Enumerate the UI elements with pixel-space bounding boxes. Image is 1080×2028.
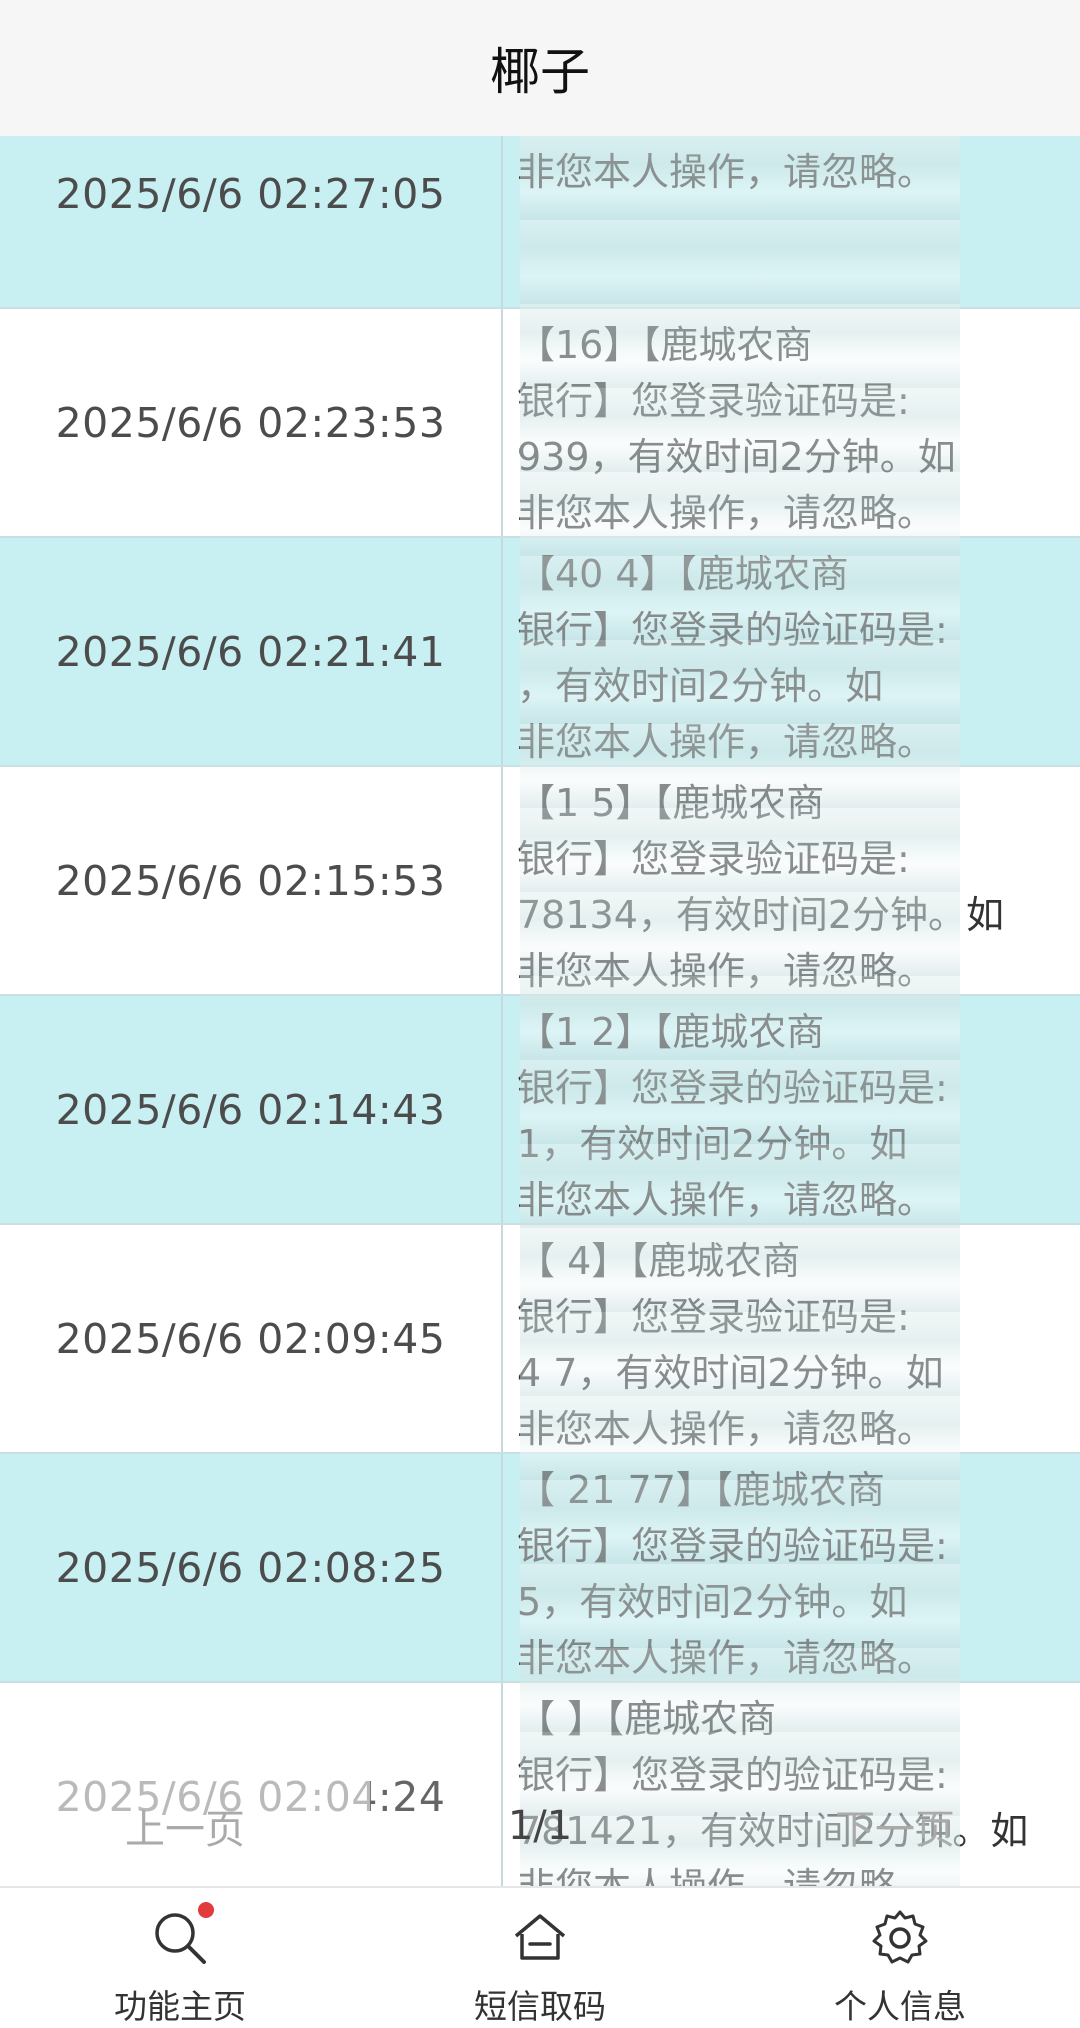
row-message: 银行】您登录验证码是: 089734，有效时间2分钟。如 非您本人操作，请忽略。 <box>517 136 1028 194</box>
prev-page-button[interactable]: 上一页 <box>0 1766 370 1886</box>
app-root: 椰子 2025/6/6 02:27:05 银行】您登录验证码是: 089734，… <box>0 0 1080 2028</box>
notification-badge <box>198 1902 214 1918</box>
row-time: 2025/6/6 02:09:45 <box>0 1225 503 1452</box>
row-message: 【16】【鹿城农商 银行】您登录验证码是: 939，有效时间2分钟。如 非您本人… <box>517 323 956 535</box>
row-time: 2025/6/6 02:21:41 <box>0 538 503 765</box>
row-message: 【 4】【鹿城农商 银行】您登录验证码是: 4 7，有效时间2分钟。如 非您本人… <box>517 1239 944 1451</box>
tab-function-home[interactable]: 功能主页 <box>0 1888 360 2028</box>
top-bar: 椰子 <box>0 0 1080 136</box>
page-indicator: 1/1 <box>507 1803 573 1849</box>
row-message: 【40 4】【鹿城农商 银行】您登录的验证码是: ，有效时间2分钟。如 非您本人… <box>517 552 948 764</box>
next-page-button[interactable]: 下一页 <box>710 1766 1080 1886</box>
search-icon <box>148 1902 214 1970</box>
table-row[interactable]: 2025/6/6 02:08:25 【 21 77】【鹿城农商 银行】您登录的验… <box>0 1454 1080 1683</box>
tab-sms-code[interactable]: 短信取码 <box>360 1888 720 2028</box>
home-icon <box>508 1906 572 1970</box>
row-time: 2025/6/6 02:23:53 <box>0 309 503 536</box>
table-row[interactable]: 2025/6/6 02:14:43 【1 2】【鹿城农商 银行】您登录的验证码是… <box>0 996 1080 1225</box>
row-time: 2025/6/6 02:08:25 <box>0 1454 503 1681</box>
row-message: 【1 5】【鹿城农商 银行】您登录验证码是: 78134，有效时间2分钟。如 非… <box>517 781 1005 993</box>
table-row[interactable]: 2025/6/6 02:21:41 【40 4】【鹿城农商 银行】您登录的验证码… <box>0 538 1080 767</box>
table-row[interactable]: 2025/6/6 02:23:53 【16】【鹿城农商 银行】您登录验证码是: … <box>0 309 1080 538</box>
row-time: 2025/6/6 02:14:43 <box>0 996 503 1223</box>
row-time: 2025/6/6 02:15:53 <box>0 767 503 994</box>
table-row[interactable]: 2025/6/6 02:27:05 银行】您登录验证码是: 089734，有效时… <box>0 136 1080 309</box>
tab-label: 短信取码 <box>474 1987 606 2026</box>
gear-icon <box>868 1906 932 1970</box>
table-row[interactable]: 2025/6/6 02:15:53 【1 5】【鹿城农商 银行】您登录验证码是:… <box>0 767 1080 996</box>
row-time: 2025/6/6 02:27:05 <box>0 136 503 307</box>
sms-record-list[interactable]: 2025/6/6 02:27:05 银行】您登录验证码是: 089734，有效时… <box>0 136 1080 1886</box>
pagination-bar: 上一页 1/1 下一页 <box>0 1766 1080 1886</box>
tab-label: 个人信息 <box>834 1987 966 2026</box>
tab-label: 功能主页 <box>114 1987 246 2026</box>
page-title: 椰子 <box>490 43 590 101</box>
row-message: 【1 2】【鹿城农商 银行】您登录的验证码是: 1，有效时间2分钟。如 非您本人… <box>517 1010 948 1222</box>
row-message: 【 21 77】【鹿城农商 银行】您登录的验证码是: 5，有效时间2分钟。如 非… <box>517 1468 948 1680</box>
tab-personal-info[interactable]: 个人信息 <box>720 1888 1080 2028</box>
bottom-tab-bar: 功能主页 短信取码 个人信息 <box>0 1886 1080 2028</box>
table-row[interactable]: 2025/6/6 02:09:45 【 4】【鹿城农商 银行】您登录验证码是: … <box>0 1225 1080 1454</box>
